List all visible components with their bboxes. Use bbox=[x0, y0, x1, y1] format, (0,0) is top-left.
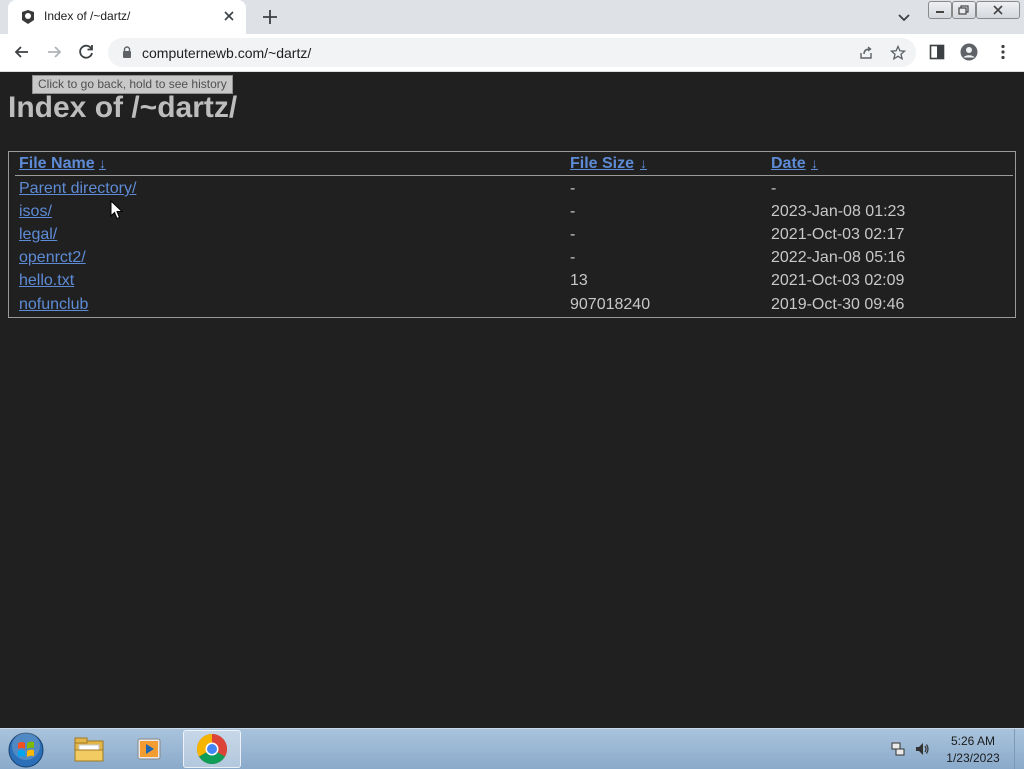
windows-taskbar: 5:26 AM 1/23/2023 bbox=[0, 728, 1024, 769]
media-player-icon bbox=[137, 738, 161, 760]
windows-start-orb-icon[interactable] bbox=[7, 731, 45, 769]
chrome-icon bbox=[196, 734, 228, 765]
taskbar-windows-explorer[interactable] bbox=[60, 730, 118, 768]
network-tray-icon[interactable] bbox=[890, 741, 906, 757]
file-name-link[interactable]: isos/ bbox=[19, 203, 52, 221]
file-name-link[interactable]: hello.txt bbox=[19, 272, 74, 290]
show-desktop-button[interactable] bbox=[1014, 729, 1024, 769]
file-name-link[interactable]: Parent directory/ bbox=[19, 180, 136, 198]
page-title: Index of /~dartz/ bbox=[8, 91, 238, 124]
side-panel-icon[interactable] bbox=[928, 43, 946, 61]
sort-arrow-date[interactable]: ↓ bbox=[811, 155, 818, 171]
browser-toolbar: computernewb.com/~dartz/ bbox=[0, 34, 1024, 72]
reload-icon[interactable] bbox=[76, 42, 96, 62]
browser-tab-strip: Index of /~dartz/ bbox=[0, 0, 1024, 34]
file-date: 2022-Jan-08 05:16 bbox=[771, 249, 906, 266]
column-header-file-size[interactable]: File Size bbox=[570, 155, 634, 173]
taskbar-clock-time[interactable]: 5:26 AM bbox=[938, 734, 1008, 748]
new-tab-plus-icon[interactable] bbox=[260, 7, 280, 27]
file-date: - bbox=[771, 180, 777, 197]
window-restore-button[interactable] bbox=[952, 1, 976, 19]
file-date: 2023-Jan-08 01:23 bbox=[771, 203, 906, 220]
back-arrow-icon[interactable] bbox=[12, 42, 32, 62]
lock-icon[interactable] bbox=[120, 45, 134, 59]
share-icon[interactable] bbox=[858, 45, 874, 61]
close-icon bbox=[993, 5, 1003, 15]
taskbar-media-player[interactable] bbox=[120, 730, 178, 768]
file-size: - bbox=[570, 226, 576, 243]
bookmark-star-icon[interactable] bbox=[890, 45, 906, 61]
address-bar[interactable]: computernewb.com/~dartz/ bbox=[108, 38, 916, 67]
tab-search-chevron-icon[interactable] bbox=[896, 9, 912, 25]
browser-tab[interactable]: Index of /~dartz/ bbox=[8, 0, 246, 34]
site-favicon-icon bbox=[22, 10, 34, 24]
file-size: - bbox=[570, 180, 576, 197]
file-date: 2021-Oct-03 02:17 bbox=[771, 226, 905, 243]
file-size: 13 bbox=[570, 272, 588, 289]
file-size: - bbox=[570, 203, 576, 220]
tab-close-icon[interactable] bbox=[222, 9, 236, 23]
file-name-link[interactable]: legal/ bbox=[19, 226, 57, 244]
sort-arrow-file-size[interactable]: ↓ bbox=[640, 155, 647, 171]
windows-explorer-icon bbox=[74, 737, 104, 762]
profile-avatar-icon[interactable] bbox=[960, 43, 978, 61]
restore-icon bbox=[958, 5, 969, 15]
url-text[interactable]: computernewb.com/~dartz/ bbox=[142, 45, 311, 61]
column-header-file-name[interactable]: File Name bbox=[19, 155, 95, 173]
back-button-tooltip: Click to go back, hold to see history bbox=[32, 75, 233, 94]
column-header-date[interactable]: Date bbox=[771, 155, 806, 173]
file-size: 907018240 bbox=[570, 296, 651, 313]
window-close-button[interactable] bbox=[976, 1, 1020, 19]
volume-tray-icon[interactable] bbox=[914, 741, 930, 757]
taskbar-clock-date[interactable]: 1/23/2023 bbox=[938, 751, 1008, 765]
header-divider bbox=[15, 175, 1013, 176]
chrome-menu-kebab-icon[interactable] bbox=[994, 43, 1012, 61]
tab-title: Index of /~dartz/ bbox=[44, 9, 131, 23]
file-date: 2021-Oct-03 02:09 bbox=[771, 272, 905, 289]
file-listing-table: File Name ↓ File Size ↓ Date ↓ Parent di… bbox=[8, 151, 1016, 318]
file-name-link[interactable]: nofunclub bbox=[19, 296, 88, 314]
file-name-link[interactable]: openrct2/ bbox=[19, 249, 86, 267]
forward-arrow-icon[interactable] bbox=[44, 42, 64, 62]
mouse-cursor-icon bbox=[110, 200, 124, 220]
file-date: 2019-Oct-30 09:46 bbox=[771, 296, 905, 313]
file-size: - bbox=[570, 249, 576, 266]
minimize-icon bbox=[936, 11, 944, 13]
sort-arrow-file-name[interactable]: ↓ bbox=[99, 155, 106, 171]
taskbar-google-chrome[interactable] bbox=[183, 730, 241, 768]
window-minimize-button[interactable] bbox=[928, 1, 952, 19]
